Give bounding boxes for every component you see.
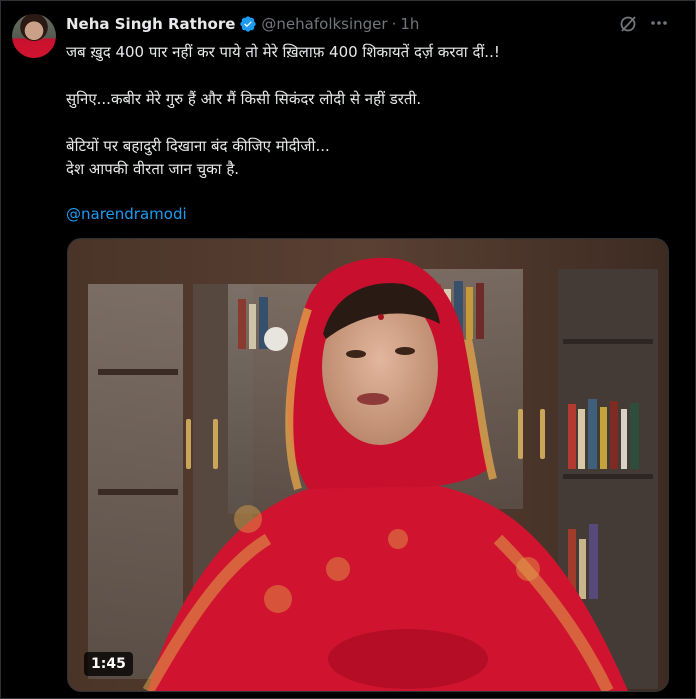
timestamp[interactable]: 1h: [400, 15, 419, 33]
user-handle[interactable]: @nehafolksinger: [261, 15, 387, 33]
avatar[interactable]: [12, 14, 56, 58]
grok-icon[interactable]: [618, 14, 638, 34]
tweet-header: Neha Singh Rathore @nehafolksinger · 1h: [66, 13, 419, 35]
separator-dot: ·: [391, 15, 397, 33]
display-name[interactable]: Neha Singh Rathore: [66, 15, 235, 33]
video-duration-badge: 1:45: [84, 652, 133, 676]
tweet-text-line-3: बेटियों पर बहादुरी दिखाना बंद कीजिए मोदी…: [66, 137, 330, 155]
tweet-text-line-2: सुनिए...कबीर मेरे गुरु हैं और मैं किसी स…: [66, 90, 422, 108]
video-player[interactable]: [67, 238, 669, 692]
video-thumbnail: [68, 239, 668, 691]
more-options-icon[interactable]: [648, 12, 670, 34]
verified-badge-icon: [239, 15, 257, 33]
tweet-text-line-4: देश आपकी वीरता जान चुका है.: [66, 160, 240, 178]
mention-link[interactable]: @narendramodi: [66, 205, 187, 223]
tweet-text-line-1: जब ख़ुद 400 पार नहीं कर पाये तो मेरे ख़ि…: [66, 43, 500, 61]
